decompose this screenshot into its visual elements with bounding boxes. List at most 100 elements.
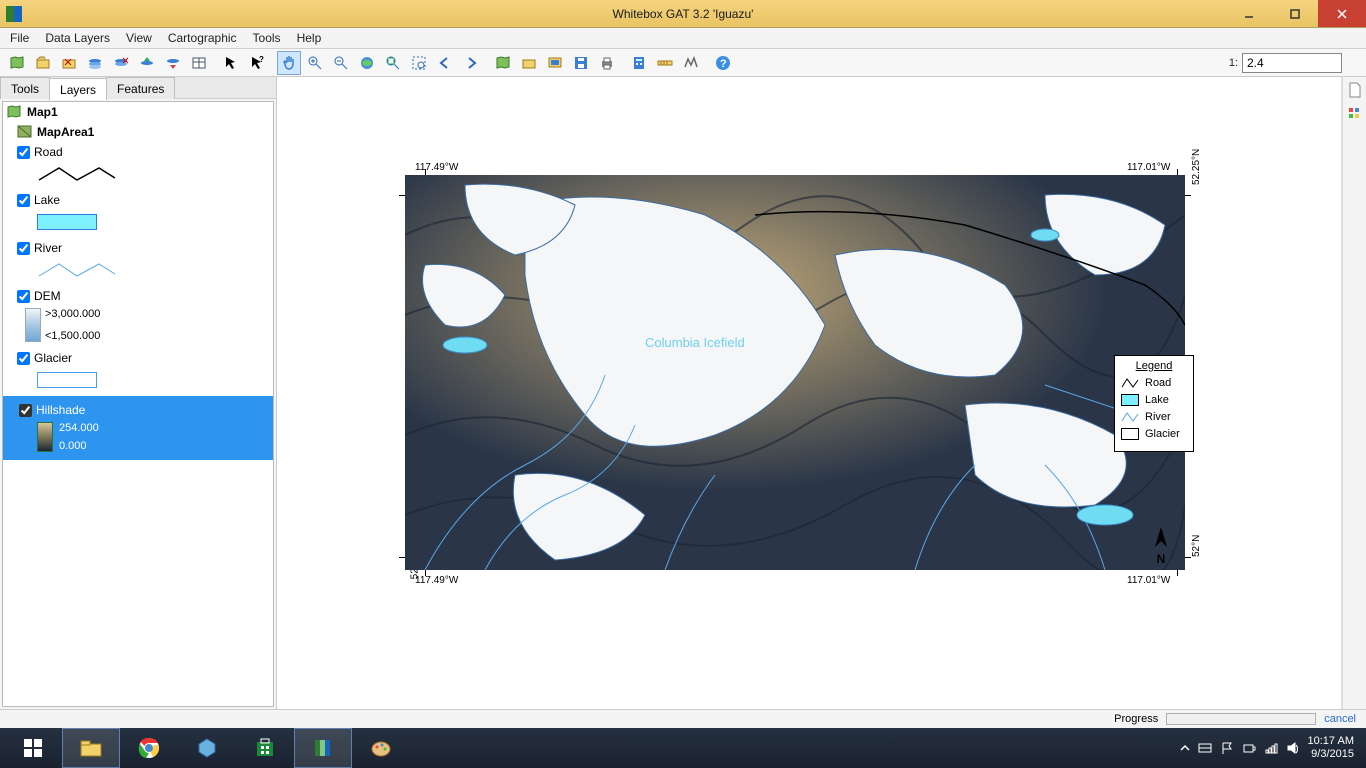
glacier-label: Glacier (34, 351, 72, 365)
lon-bottom-right: 117.01°W (1127, 575, 1170, 586)
layer-tree: Map1 MapArea1 Road Lake River (2, 101, 274, 707)
lake-checkbox[interactable] (17, 194, 30, 207)
legend-lake: Lake (1121, 394, 1187, 406)
layer-road[interactable]: Road (3, 142, 273, 162)
help-icon[interactable]: ? (711, 51, 735, 75)
maximize-button[interactable] (1272, 0, 1318, 27)
river-symbol (37, 260, 273, 280)
lon-top-left: 117.49°W (415, 162, 458, 173)
lon-top-right: 117.01°W (1127, 162, 1170, 173)
open-map-icon[interactable] (31, 51, 55, 75)
new-map-icon[interactable] (5, 51, 29, 75)
tray-volume-icon[interactable] (1286, 741, 1300, 755)
folder-icon[interactable] (517, 51, 541, 75)
map-canvas[interactable]: Columbia Icefield (405, 175, 1185, 570)
next-extent-icon[interactable] (459, 51, 483, 75)
maparea-label: MapArea1 (37, 125, 94, 139)
close-map-icon[interactable] (57, 51, 81, 75)
north-label: N (1151, 552, 1171, 566)
dem-min: <1,500.000 (45, 330, 100, 342)
menu-view[interactable]: View (118, 29, 160, 47)
zoom-in-icon[interactable] (303, 51, 327, 75)
road-checkbox[interactable] (17, 146, 30, 159)
road-label: Road (34, 145, 63, 159)
lat-right-top: 52.25°N (1191, 149, 1202, 185)
layer-glacier[interactable]: Glacier (3, 348, 273, 368)
identify-icon[interactable]: ? (245, 51, 269, 75)
menu-cartographic[interactable]: Cartographic (160, 29, 245, 47)
window-title: Whitebox GAT 3.2 'Iguazu' (613, 7, 754, 21)
dem-checkbox[interactable] (17, 290, 30, 303)
layer-up-icon[interactable] (135, 51, 159, 75)
tab-layers[interactable]: Layers (49, 78, 107, 100)
tray-flag-icon[interactable] (1220, 741, 1234, 755)
previous-extent-icon[interactable] (433, 51, 457, 75)
palette-icon[interactable] (1346, 105, 1364, 123)
layer-river[interactable]: River (3, 238, 273, 258)
store-taskbar-icon[interactable] (236, 728, 294, 768)
map-panel: 117.49°W 117.01°W 117.49°W 117.01°W 52.2… (277, 77, 1342, 709)
scale-input[interactable] (1242, 53, 1342, 73)
hillshade-label: Hillshade (36, 403, 85, 417)
hillshade-checkbox[interactable] (19, 404, 32, 417)
glacier-swatch (37, 372, 97, 388)
close-button[interactable] (1318, 0, 1366, 27)
ruler-icon[interactable] (653, 51, 677, 75)
layer-down-icon[interactable] (161, 51, 185, 75)
layer-dem[interactable]: DEM (3, 286, 273, 306)
remove-layer-icon[interactable] (109, 51, 133, 75)
zoom-layer-icon[interactable] (381, 51, 405, 75)
toolbar: ? ? 1: (0, 49, 1366, 77)
tab-tools[interactable]: Tools (0, 77, 50, 99)
cancel-link[interactable]: cancel (1324, 713, 1356, 725)
vbox-taskbar-icon[interactable] (178, 728, 236, 768)
screen-icon[interactable] (543, 51, 567, 75)
map-icon (7, 105, 23, 119)
menu-tools[interactable]: Tools (245, 29, 289, 47)
map-node[interactable]: Map1 (3, 102, 273, 122)
zoom-selection-icon[interactable] (407, 51, 431, 75)
whitebox-taskbar-icon[interactable] (294, 728, 352, 768)
side-tabs: Tools Layers Features (0, 77, 276, 99)
select-icon[interactable] (219, 51, 243, 75)
add-layer-icon[interactable] (83, 51, 107, 75)
scale-prefix: 1: (1229, 57, 1238, 69)
chrome-taskbar-icon[interactable] (120, 728, 178, 768)
menu-file[interactable]: File (2, 29, 37, 47)
save-icon[interactable] (569, 51, 593, 75)
tray-clock[interactable]: 10:17 AM 9/3/2015 (1308, 735, 1354, 760)
river-checkbox[interactable] (17, 242, 30, 255)
layer-lake[interactable]: Lake (3, 190, 273, 210)
paint-taskbar-icon[interactable] (352, 728, 410, 768)
pan-icon[interactable] (277, 51, 301, 75)
tray-date: 9/3/2015 (1308, 748, 1354, 761)
glacier-checkbox[interactable] (17, 352, 30, 365)
tray-caret-icon[interactable] (1180, 741, 1190, 755)
page-icon[interactable] (1346, 81, 1364, 99)
zoom-full-icon[interactable] (355, 51, 379, 75)
progress-label: Progress (1114, 713, 1158, 725)
start-button[interactable] (4, 728, 62, 768)
dem-label: DEM (34, 289, 61, 303)
menubar: File Data Layers View Cartographic Tools… (0, 28, 1366, 49)
print-icon[interactable] (595, 51, 619, 75)
tab-features[interactable]: Features (106, 77, 175, 99)
tray-wifi-icon[interactable] (1264, 741, 1278, 755)
layer-hillshade-selected[interactable]: Hillshade 254.000 0.000 (3, 396, 273, 460)
tray-time: 10:17 AM (1308, 735, 1354, 748)
maparea-node[interactable]: MapArea1 (3, 122, 273, 142)
menu-help[interactable]: Help (289, 29, 330, 47)
tray-power-icon[interactable] (1242, 741, 1256, 755)
minimize-button[interactable] (1226, 0, 1272, 27)
zoom-out-icon[interactable] (329, 51, 353, 75)
svg-text:?: ? (720, 58, 727, 70)
statusbar: Progress cancel (0, 709, 1366, 728)
tray-keyboard-icon[interactable] (1198, 741, 1212, 755)
calculator-icon[interactable] (627, 51, 651, 75)
attribute-table-icon[interactable] (187, 51, 211, 75)
legend-title: Legend (1121, 360, 1187, 372)
histogram-icon[interactable] (679, 51, 703, 75)
explorer-taskbar-icon[interactable] (62, 728, 120, 768)
raster-map-icon[interactable] (491, 51, 515, 75)
menu-data-layers[interactable]: Data Layers (37, 29, 118, 47)
